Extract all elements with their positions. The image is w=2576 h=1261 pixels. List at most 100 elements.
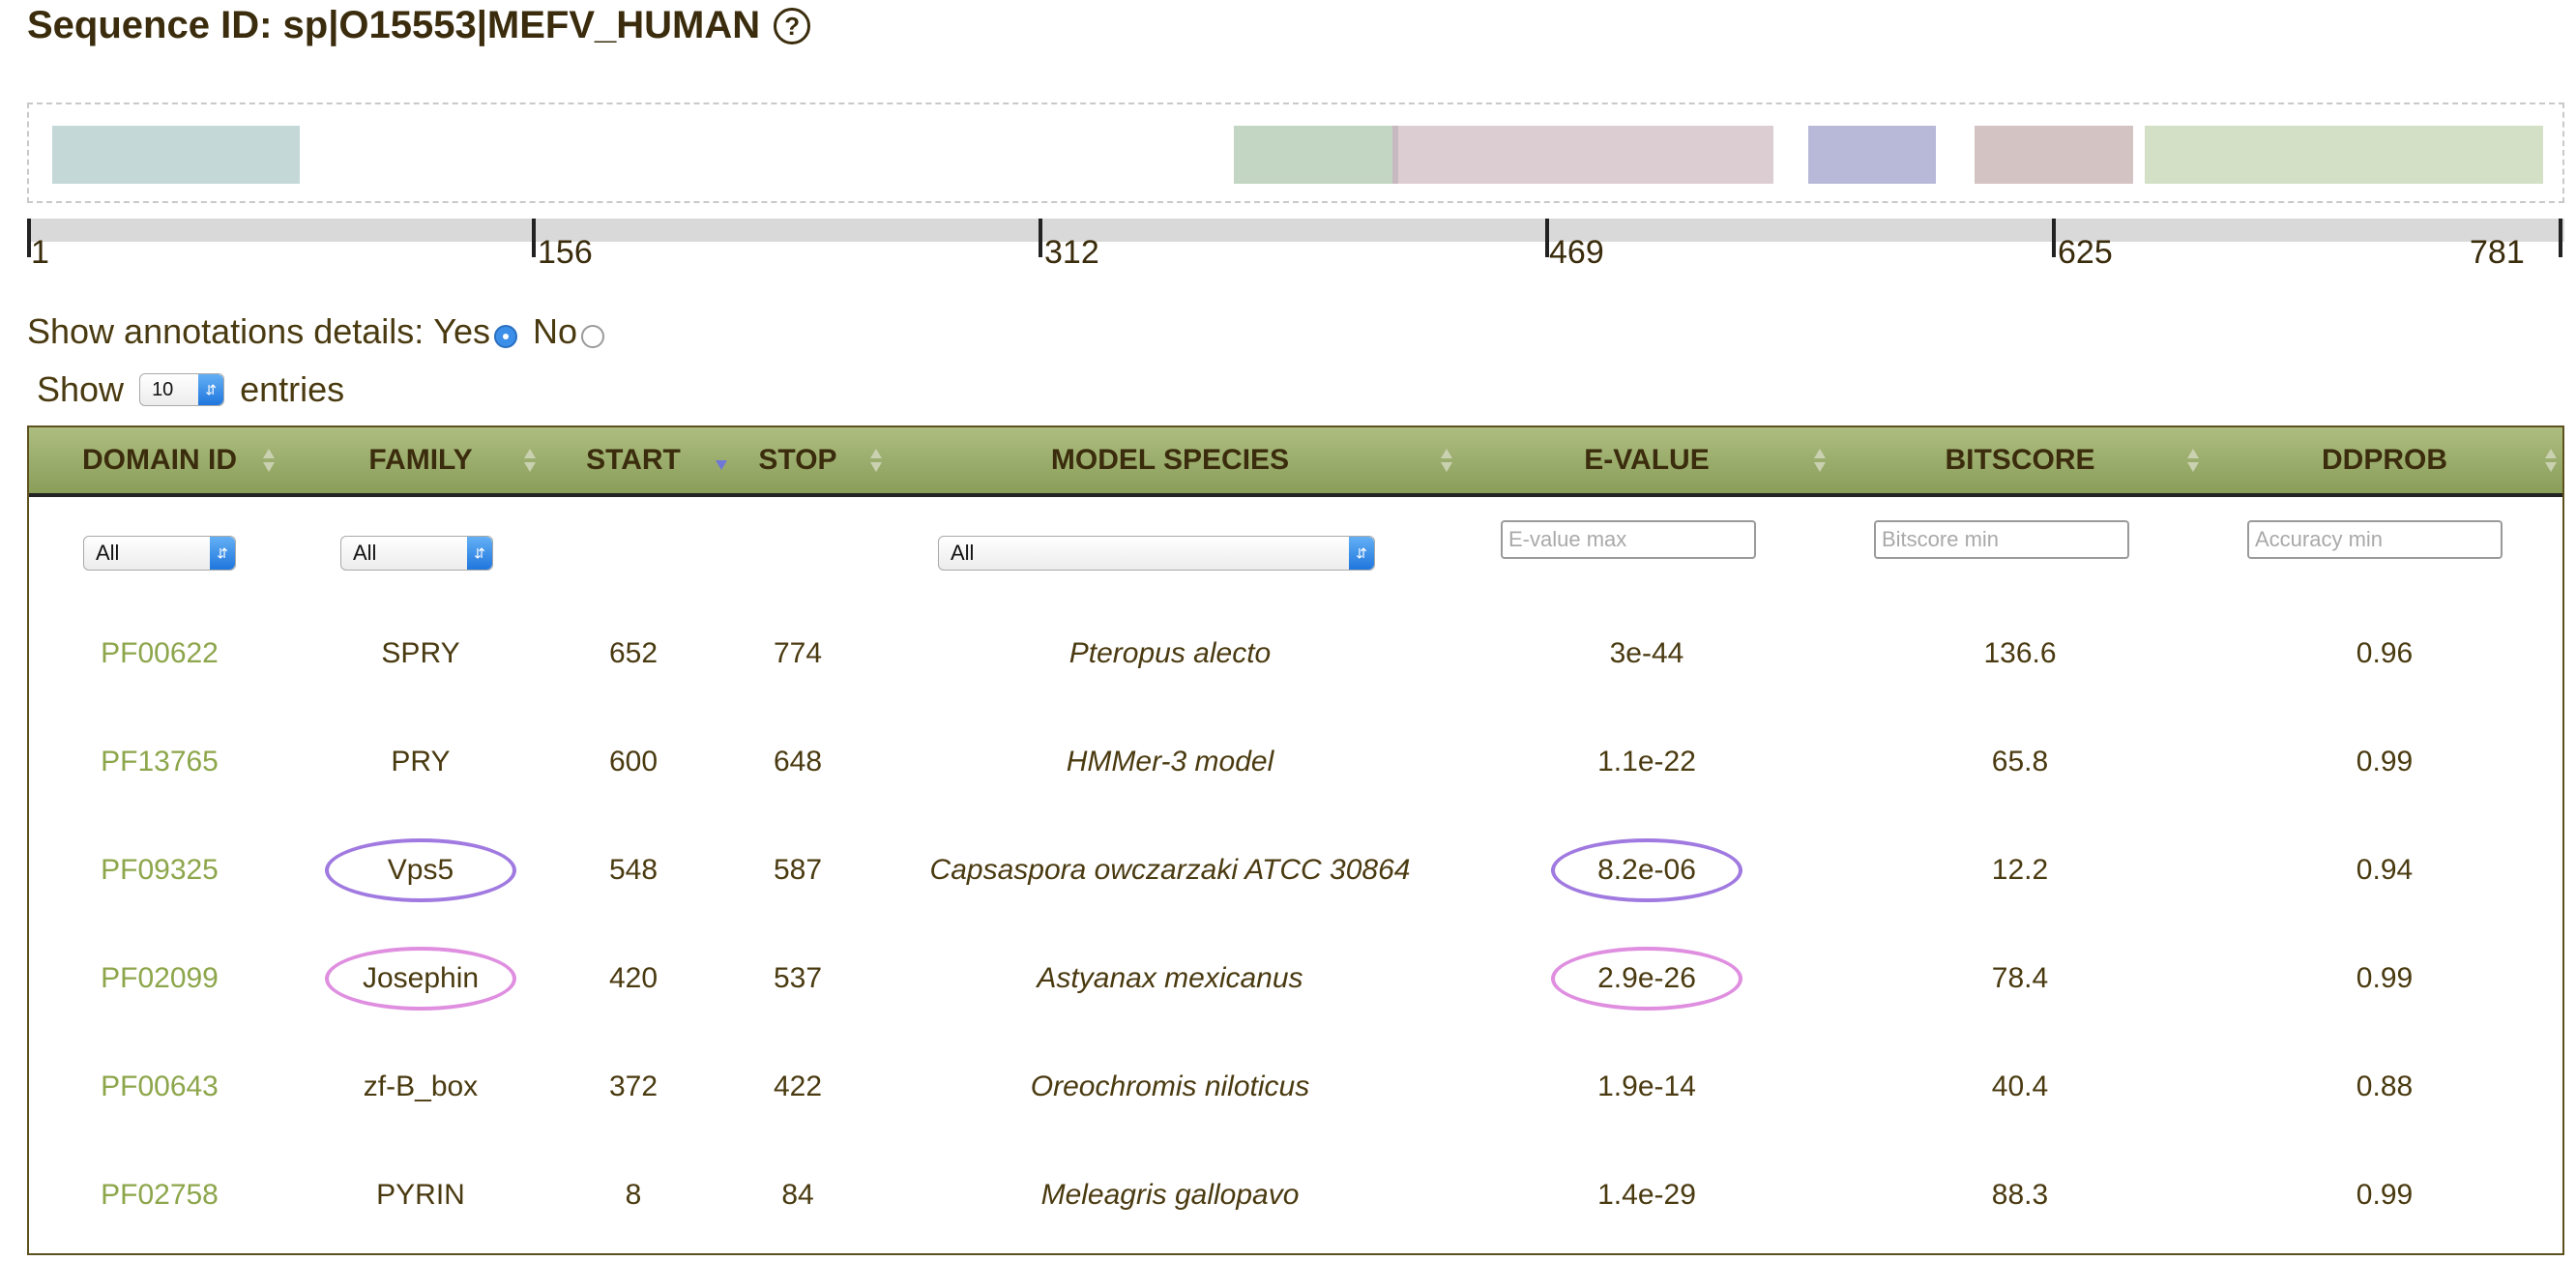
sequence-ruler bbox=[27, 219, 2564, 242]
help-icon[interactable]: ? bbox=[774, 7, 811, 44]
stop-cell: 422 bbox=[773, 1070, 823, 1102]
domain-block-vps5[interactable] bbox=[1808, 126, 1936, 184]
model-species-filter-select[interactable]: All ⇵ bbox=[938, 536, 1375, 571]
ddprob-cell: 0.88 bbox=[2356, 1070, 2414, 1102]
domain-id-link[interactable]: PF00622 bbox=[29, 600, 290, 708]
family-highlight-ellipse bbox=[325, 947, 516, 1011]
no-radio[interactable] bbox=[581, 325, 605, 348]
show-label: Show bbox=[37, 369, 125, 409]
ddprob-cell: 0.99 bbox=[2356, 962, 2414, 994]
sort-icon bbox=[1814, 447, 1826, 474]
ddprob-cell: 0.96 bbox=[2356, 637, 2414, 669]
stop-cell: 84 bbox=[781, 1179, 814, 1211]
domain-block-pyrin[interactable] bbox=[52, 126, 300, 184]
column-header-domain-id[interactable]: DOMAIN ID bbox=[29, 427, 290, 493]
domain-id-link[interactable]: PF02758 bbox=[29, 1141, 290, 1249]
family-highlight-ellipse bbox=[325, 838, 516, 902]
table-row: PF00622 SPRY 652 774 Pteropus alecto 3e-… bbox=[29, 600, 2562, 708]
entries-label: entries bbox=[240, 369, 345, 409]
sort-icon bbox=[2187, 447, 2199, 474]
domain-block-josephin[interactable] bbox=[1398, 126, 1773, 184]
family-cell: zf-B_box bbox=[363, 1070, 479, 1102]
accuracy-min-input[interactable] bbox=[2247, 520, 2503, 559]
bitscore-cell: 65.8 bbox=[1991, 746, 2049, 777]
ruler-tick bbox=[1039, 219, 1042, 257]
table-row: PF13765 PRY 600 648 HMMer-3 model 1.1e-2… bbox=[29, 708, 2562, 816]
show-entries-control: Show 10 ⇵ entries bbox=[37, 369, 344, 410]
domain-architecture-map bbox=[27, 103, 2564, 203]
evalue-max-input[interactable] bbox=[1501, 520, 1756, 559]
species-cell: Capsaspora owczarzaki ATCC 30864 bbox=[929, 854, 1411, 886]
column-header-family[interactable]: FAMILY bbox=[290, 427, 551, 493]
species-cell: Oreochromis niloticus bbox=[1030, 1070, 1310, 1102]
column-header-start[interactable]: START bbox=[551, 427, 727, 493]
select-arrows-icon: ⇵ bbox=[467, 537, 492, 570]
column-header-e-value[interactable]: E-VALUE bbox=[1460, 427, 1833, 493]
domains-table: DOMAIN ID FAMILY START STOP MODEL SPECIE… bbox=[27, 425, 2564, 1255]
entries-count-value: 10 bbox=[152, 378, 174, 400]
domain-id-filter-select[interactable]: All ⇵ bbox=[83, 536, 236, 571]
column-header-stop[interactable]: STOP bbox=[716, 427, 882, 493]
sort-icon bbox=[2545, 447, 2557, 474]
start-cell: 600 bbox=[608, 746, 659, 777]
stop-cell: 537 bbox=[773, 962, 823, 994]
evalue-cell: 1.9e-14 bbox=[1597, 1070, 1696, 1102]
table-row: PF00643 zf-B_box 372 422 Oreochromis nil… bbox=[29, 1033, 2562, 1141]
filter-value: All bbox=[951, 541, 975, 565]
species-cell: Pteropus alecto bbox=[1068, 637, 1272, 669]
select-arrows-icon: ⇵ bbox=[210, 537, 235, 570]
species-cell: Meleagris gallopavo bbox=[1040, 1179, 1300, 1211]
domain-id-link[interactable]: PF13765 bbox=[29, 708, 290, 816]
annotations-label: Show annotations details: bbox=[27, 311, 424, 351]
no-label: No bbox=[533, 311, 578, 351]
family-cell: PYRIN bbox=[376, 1179, 465, 1211]
start-cell: 8 bbox=[625, 1179, 642, 1211]
table-row: PF09325 Vps5 548 587 Capsaspora owczarza… bbox=[29, 816, 2562, 924]
column-header-ddprob[interactable]: DDPROB bbox=[2207, 427, 2562, 493]
sequence-id-title: Sequence ID: sp|O15553|MEFV_HUMAN bbox=[27, 4, 761, 46]
yes-radio[interactable] bbox=[494, 325, 518, 348]
stop-cell: 774 bbox=[773, 637, 823, 669]
evalue-cell: 1.1e-22 bbox=[1597, 746, 1696, 777]
sort-icon bbox=[524, 447, 536, 474]
sort-icon bbox=[1441, 447, 1452, 474]
bitscore-cell: 136.6 bbox=[1983, 637, 2057, 669]
ruler-label: 156 bbox=[538, 234, 593, 271]
sort-icon bbox=[263, 447, 275, 474]
entries-per-page-select[interactable]: 10 ⇵ bbox=[139, 373, 225, 406]
ruler-tick bbox=[2052, 219, 2056, 257]
column-header-model-species[interactable]: MODEL SPECIES bbox=[880, 427, 1460, 493]
ruler-label: 469 bbox=[1549, 234, 1604, 271]
ruler-label: 781 bbox=[2470, 234, 2525, 271]
start-cell: 420 bbox=[608, 962, 659, 994]
domain-block-pry[interactable] bbox=[1975, 126, 2133, 184]
evalue-highlight-ellipse bbox=[1551, 947, 1742, 1011]
column-header-label: MODEL SPECIES bbox=[1050, 444, 1290, 476]
domain-id-link[interactable]: PF09325 bbox=[29, 816, 290, 924]
domain-block-spry[interactable] bbox=[2145, 126, 2543, 184]
ruler-tick bbox=[2559, 219, 2562, 257]
table-row: PF02099 Josephin 420 537 Astyanax mexica… bbox=[29, 924, 2562, 1033]
start-cell: 652 bbox=[608, 637, 659, 669]
species-cell: HMMer-3 model bbox=[1066, 746, 1274, 777]
bitscore-cell: 88.3 bbox=[1991, 1179, 2049, 1211]
ruler-tick bbox=[532, 219, 536, 257]
domain-id-link[interactable]: PF00643 bbox=[29, 1033, 290, 1141]
bitscore-cell: 78.4 bbox=[1991, 962, 2049, 994]
table-row: PF02758 PYRIN 8 84 Meleagris gallopavo 1… bbox=[29, 1141, 2562, 1249]
table-header: DOMAIN ID FAMILY START STOP MODEL SPECIE… bbox=[29, 427, 2562, 497]
start-cell: 548 bbox=[608, 854, 659, 886]
bitscore-cell: 40.4 bbox=[1991, 1070, 2049, 1102]
bitscore-min-input[interactable] bbox=[1874, 520, 2129, 559]
species-cell: Astyanax mexicanus bbox=[1037, 962, 1303, 994]
column-header-label: DDPROB bbox=[2321, 444, 2447, 476]
ruler-label: 625 bbox=[2058, 234, 2113, 271]
select-arrows-icon: ⇵ bbox=[1349, 537, 1374, 570]
stop-cell: 648 bbox=[773, 746, 823, 777]
domain-block-zf-b-box[interactable] bbox=[1234, 126, 1394, 184]
family-filter-select[interactable]: All ⇵ bbox=[340, 536, 493, 571]
filter-value: All bbox=[353, 541, 377, 565]
domain-id-link[interactable]: PF02099 bbox=[29, 924, 290, 1033]
family-cell: PRY bbox=[391, 746, 451, 777]
column-header-bitscore[interactable]: BITSCORE bbox=[1833, 427, 2207, 493]
